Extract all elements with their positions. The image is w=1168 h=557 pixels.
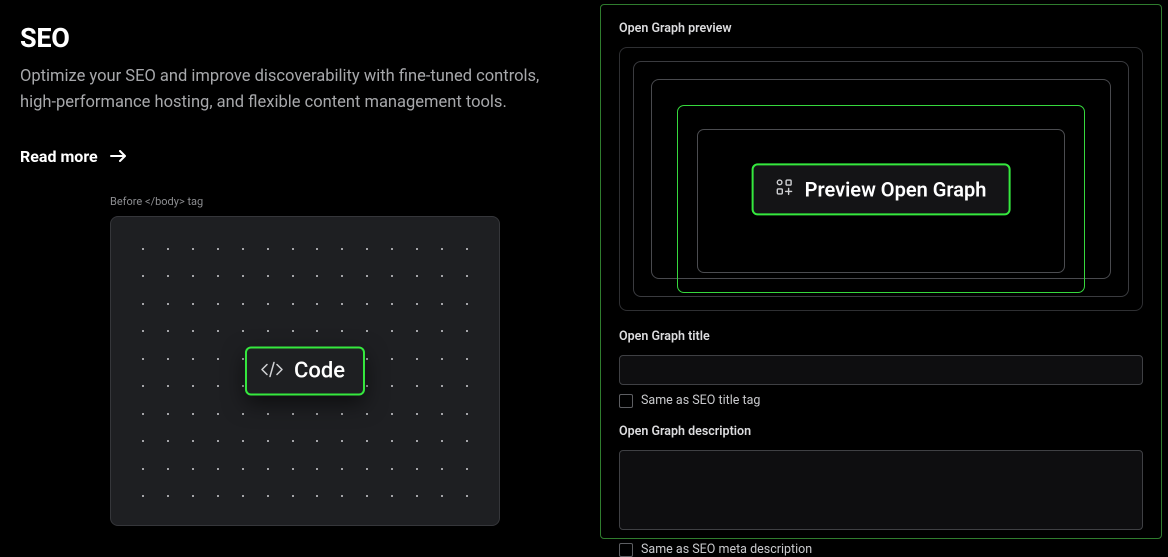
same-as-seo-desc-label: Same as SEO meta description: [641, 542, 812, 557]
open-graph-panel: Open Graph preview Pr: [600, 4, 1162, 539]
code-card-body[interactable]: Code: [110, 216, 500, 526]
code-card-label: Before </body> tag: [110, 195, 500, 208]
code-card: Before </body> tag Code: [110, 195, 500, 526]
widgets-icon: [776, 178, 794, 200]
page-description: Optimize your SEO and improve discoverab…: [20, 64, 578, 117]
code-badge[interactable]: Code: [245, 347, 365, 396]
og-description-input[interactable]: [619, 450, 1143, 530]
og-preview-label: Open Graph preview: [619, 21, 1143, 36]
read-more-link[interactable]: Read more: [20, 147, 127, 166]
same-as-seo-title-label: Same as SEO title tag: [641, 393, 760, 408]
same-as-seo-title-checkbox[interactable]: [619, 394, 633, 408]
og-title-input[interactable]: [619, 355, 1143, 385]
og-description-label: Open Graph description: [619, 424, 1143, 439]
code-badge-text: Code: [294, 359, 345, 384]
code-icon: [261, 361, 283, 381]
preview-button-label: Preview Open Graph: [805, 177, 987, 201]
preview-open-graph-button[interactable]: Preview Open Graph: [752, 163, 1011, 215]
read-more-label: Read more: [20, 147, 98, 166]
page-title: SEO: [20, 22, 578, 54]
arrow-right-icon: [110, 150, 127, 162]
og-preview: Preview Open Graph: [619, 47, 1143, 311]
og-title-label: Open Graph title: [619, 329, 1143, 344]
